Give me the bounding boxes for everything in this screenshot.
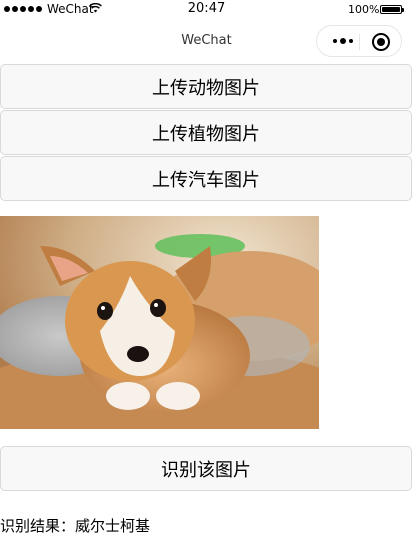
- battery-percentage: 100%: [348, 3, 380, 16]
- identify-image-button[interactable]: 识别该图片: [0, 446, 412, 491]
- more-dots-icon[interactable]: [326, 35, 360, 47]
- menu-capsule: [316, 25, 402, 57]
- battery-icon: [380, 5, 404, 14]
- uploaded-photo: [0, 216, 319, 429]
- capsule-divider: [359, 34, 360, 50]
- upload-animal-button[interactable]: 上传动物图片: [0, 64, 412, 109]
- close-target-icon[interactable]: [372, 33, 390, 51]
- upload-car-button[interactable]: 上传汽车图片: [0, 156, 412, 201]
- recognition-result: 识别结果：威尔士柯基: [0, 517, 151, 535]
- upload-plant-button[interactable]: 上传植物图片: [0, 110, 412, 155]
- status-bar: WeChat 20:47 100%: [0, 0, 413, 20]
